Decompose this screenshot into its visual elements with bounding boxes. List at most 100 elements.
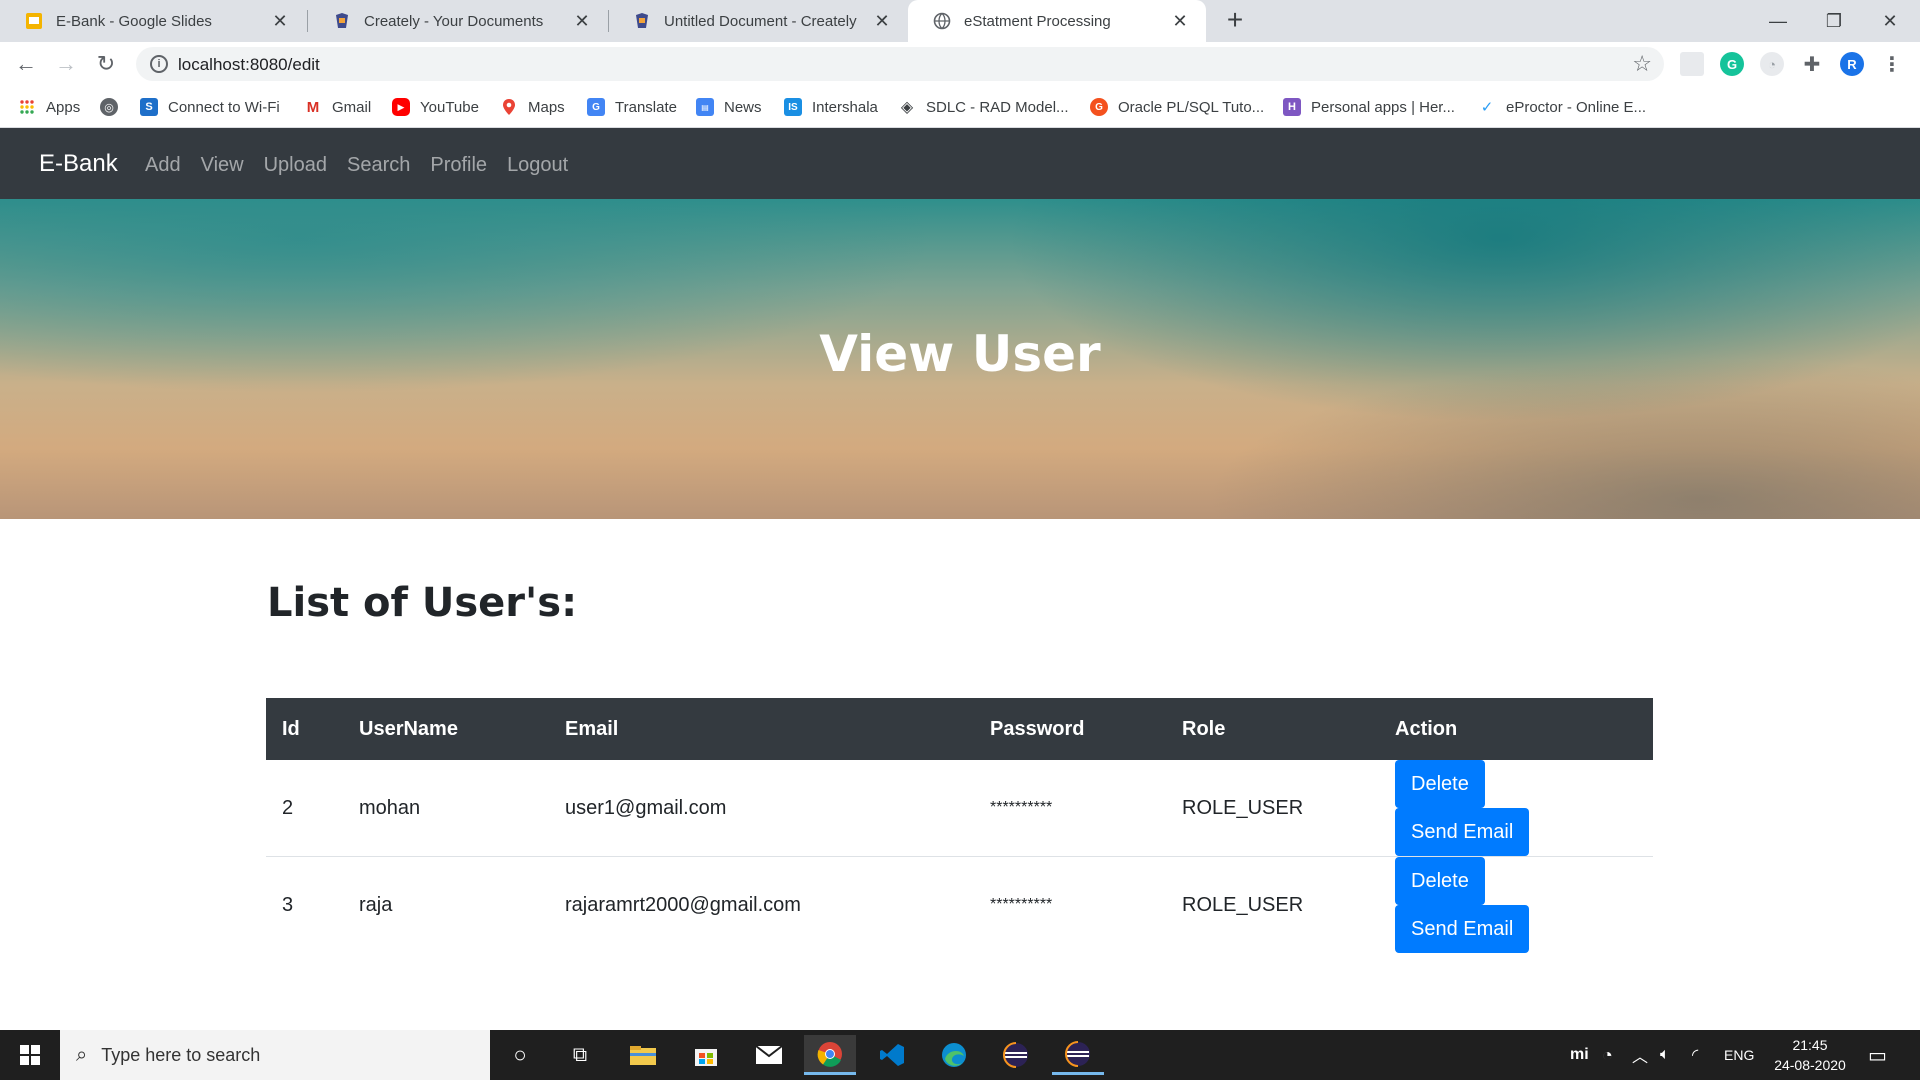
tab-title: Untitled Document - Creately xyxy=(664,12,857,30)
nav-link-profile[interactable]: Profile xyxy=(430,154,487,177)
cell-id: 2 xyxy=(266,760,343,857)
speaker-icon[interactable]: 🔈︎ xyxy=(1660,1030,1670,1080)
bookmark-label: News xyxy=(724,98,762,116)
close-tab-icon[interactable]: ✕ xyxy=(1168,11,1192,32)
eclipse-icon[interactable] xyxy=(990,1035,1042,1075)
close-window-icon[interactable]: ✕ xyxy=(1862,0,1918,42)
bookmark-label: Intershala xyxy=(812,98,878,116)
nav-link-upload[interactable]: Upload xyxy=(264,154,327,177)
send-email-button[interactable]: Send Email xyxy=(1395,808,1530,856)
forward-arrow-icon[interactable]: → xyxy=(52,50,80,78)
nav-link-search[interactable]: Search xyxy=(347,154,410,177)
profile-initial: R xyxy=(1847,56,1857,72)
more-menu-icon[interactable]: ⋮ xyxy=(1880,52,1904,76)
brand-link[interactable]: E-Bank xyxy=(39,150,118,178)
delete-button[interactable]: Delete xyxy=(1395,760,1485,808)
bookmark-personal-apps[interactable]: H Personal apps | Her... xyxy=(1283,96,1455,118)
browser-tab-estatment[interactable]: eStatment Processing ✕ xyxy=(908,0,1206,42)
taskbar-search-input[interactable]: ⌕ Type here to search xyxy=(60,1030,490,1080)
heroku-icon: H xyxy=(1283,98,1301,116)
chevron-up-icon[interactable]: ︿ xyxy=(1632,1030,1648,1080)
address-bar[interactable]: i localhost:8080/edit ☆ xyxy=(136,47,1664,81)
store-icon[interactable] xyxy=(680,1035,732,1075)
table-row: 2 mohan user1@gmail.com ********** ROLE_… xyxy=(266,760,1653,857)
browser-tab-creately-documents[interactable]: Creately - Your Documents ✕ xyxy=(308,0,608,42)
back-arrow-icon[interactable]: ← xyxy=(12,50,40,78)
site-navbar: E-Bank Add View Upload Search Profile Lo… xyxy=(0,128,1920,199)
cell-email: user1@gmail.com xyxy=(549,760,974,857)
bookmark-eproctor[interactable]: ✓ eProctor - Online E... xyxy=(1478,96,1646,118)
nav-link-add[interactable]: Add xyxy=(145,154,181,177)
file-explorer-icon[interactable] xyxy=(617,1035,669,1075)
wifi-icon[interactable]: ◜ xyxy=(1692,1030,1698,1080)
nav-link-logout[interactable]: Logout xyxy=(507,154,568,177)
reload-icon[interactable]: ↻ xyxy=(92,50,120,78)
puzzle-extensions-icon[interactable]: ✚ xyxy=(1800,52,1824,76)
close-tab-icon[interactable]: ✕ xyxy=(870,11,894,32)
restore-icon[interactable]: ❐ xyxy=(1806,0,1862,42)
cell-role: ROLE_USER xyxy=(1166,760,1379,857)
bookmark-label: Apps xyxy=(46,98,81,116)
windows-taskbar: ⌕ Type here to search ○ ⧉ mi ◔ ︿ 🔈︎ ◜ EN… xyxy=(0,1030,1920,1080)
s-logo-icon: S xyxy=(140,98,158,116)
cell-actions: DeleteSend Email xyxy=(1379,857,1653,953)
search-icon: ⌕ xyxy=(76,1043,88,1066)
browser-tab-strip: E-Bank - Google Slides ✕ Creately - Your… xyxy=(0,0,1920,42)
gmail-icon: M xyxy=(306,98,320,116)
bookmark-apps[interactable]: Apps xyxy=(18,96,80,118)
bookmark-intershala[interactable]: IS Intershala xyxy=(784,96,878,118)
cell-id: 3 xyxy=(282,893,294,916)
eclipse-icon[interactable] xyxy=(1052,1035,1104,1075)
task-view-icon[interactable]: ⧉ xyxy=(554,1035,606,1075)
bookmark-label: Gmail xyxy=(332,98,372,116)
browser-tab-creately-untitled[interactable]: Untitled Document - Creately ✕ xyxy=(608,0,908,42)
bookmark-sdlc[interactable]: ◈ SDLC - RAD Model... xyxy=(898,96,1069,118)
diamond-icon: ◈ xyxy=(900,99,914,116)
slides-icon xyxy=(24,11,44,31)
notification-icon[interactable]: ▭ xyxy=(1868,1030,1887,1080)
new-tab-button[interactable]: + xyxy=(1218,4,1252,38)
site-info-icon[interactable]: i xyxy=(150,55,168,73)
table-row: 3 raja rajaramrt2000@gmail.com *********… xyxy=(266,857,1653,953)
bookmark-translate[interactable]: G Translate xyxy=(587,96,677,118)
tab-title: Creately - Your Documents xyxy=(364,12,544,30)
grammarly-icon[interactable]: G xyxy=(1720,52,1744,76)
bookmark-youtube[interactable]: ▶ YouTube xyxy=(392,96,479,118)
chrome-icon[interactable] xyxy=(804,1035,856,1075)
column-header-username: UserName xyxy=(359,717,458,740)
bookmark-star-icon[interactable]: ☆ xyxy=(1632,51,1652,77)
send-email-button[interactable]: Send Email xyxy=(1395,905,1530,953)
cell-password: ********** xyxy=(974,760,1166,857)
vscode-icon[interactable] xyxy=(866,1035,918,1075)
extension-icon[interactable] xyxy=(1680,52,1704,76)
sync-icon[interactable]: ◔ xyxy=(1602,1030,1613,1080)
browser-tab-slides[interactable]: E-Bank - Google Slides ✕ xyxy=(0,0,306,42)
bookmark-label: Maps xyxy=(528,98,565,116)
delete-button[interactable]: Delete xyxy=(1395,857,1485,905)
windows-start-icon[interactable] xyxy=(0,1030,60,1080)
close-tab-icon[interactable]: ✕ xyxy=(570,11,594,32)
bookmark-label: Oracle PL/SQL Tuto... xyxy=(1118,98,1265,116)
nav-link-view[interactable]: View xyxy=(201,154,244,177)
avatar[interactable]: R xyxy=(1840,52,1864,76)
cortana-icon[interactable]: ○ xyxy=(494,1035,546,1075)
tab-title: eStatment Processing xyxy=(964,12,1111,30)
cell-username: mohan xyxy=(343,760,549,857)
column-header-action: Action xyxy=(1395,717,1458,740)
bookmark-globe[interactable]: ◎ xyxy=(100,96,128,118)
bookmark-gmail[interactable]: M Gmail xyxy=(304,96,371,118)
minimize-icon[interactable]: — xyxy=(1750,0,1806,42)
clock[interactable]: 21:45 24-08-2020 xyxy=(1760,1035,1860,1075)
close-tab-icon[interactable]: ✕ xyxy=(268,11,292,32)
bookmark-connect-wifi[interactable]: S Connect to Wi-Fi xyxy=(140,96,280,118)
extension-icon[interactable]: ◔ xyxy=(1760,52,1784,76)
clock-date: 24-08-2020 xyxy=(1774,1057,1846,1073)
bookmark-oracle[interactable]: G Oracle PL/SQL Tuto... xyxy=(1090,96,1264,118)
mi-icon[interactable]: mi xyxy=(1570,1030,1589,1080)
column-header-password: Password xyxy=(990,717,1085,740)
mail-icon[interactable] xyxy=(743,1035,795,1075)
bookmark-maps[interactable]: Maps xyxy=(500,96,565,118)
edge-icon[interactable] xyxy=(928,1035,980,1075)
language-indicator[interactable]: ENG xyxy=(1724,1030,1754,1080)
bookmark-news[interactable]: ▤ News xyxy=(696,96,762,118)
